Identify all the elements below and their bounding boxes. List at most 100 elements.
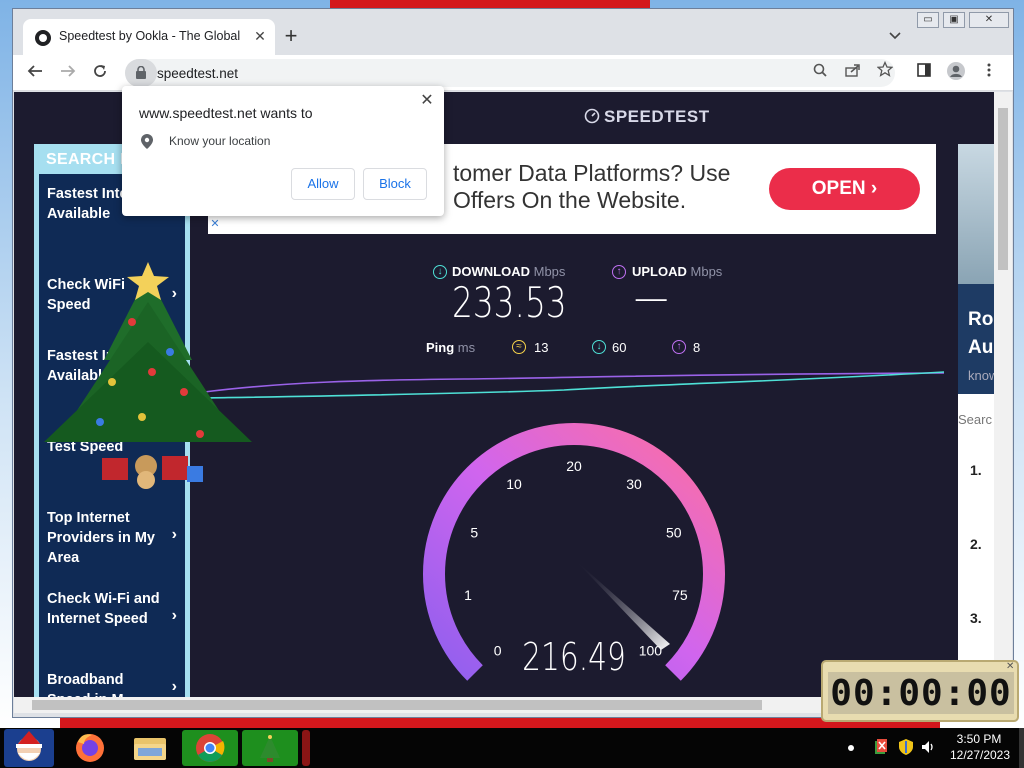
maximize-button[interactable]: ▣: [943, 12, 965, 28]
bookmark-star-icon[interactable]: [873, 60, 897, 85]
security-shield-icon[interactable]: [898, 738, 914, 756]
ping-download-value: 60: [612, 340, 627, 355]
taskbar-time[interactable]: 3:50 PM: [944, 732, 1014, 746]
taskbar-tree-app[interactable]: [242, 730, 298, 766]
banner-line: tomer Data Platforms? Use: [453, 160, 731, 186]
gauge-current-value: 216.49: [522, 635, 626, 680]
volume-icon[interactable]: [920, 738, 936, 756]
ad-search-label: Searc: [958, 412, 992, 427]
close-window-button[interactable]: ✕: [969, 12, 1009, 28]
gauge-tick-label: 75: [672, 587, 688, 603]
widget-close-icon[interactable]: ✕: [1006, 661, 1014, 672]
tab-search-icon[interactable]: [885, 27, 905, 47]
speed-graph: [204, 371, 944, 399]
ad-link-label: Broadband Speed in M: [47, 672, 124, 697]
network-warning-icon[interactable]: [874, 738, 890, 756]
brand-text: SPEEDTEST: [604, 107, 710, 126]
gauge-tick-label: 30: [626, 476, 642, 492]
timer-display: 00:00:00: [828, 672, 1014, 714]
tab-close-icon[interactable]: ✕: [251, 27, 269, 45]
close-icon[interactable]: ✕: [418, 92, 436, 110]
ad-title-line: Ro: [968, 309, 994, 330]
allow-button[interactable]: Allow: [291, 168, 355, 200]
site-info-button[interactable]: [125, 59, 157, 87]
vertical-scrollbar[interactable]: [994, 92, 1012, 697]
download-arrow-icon: ↓: [433, 265, 447, 279]
ad-subtitle: know: [968, 368, 994, 383]
ad-header: SEARCH F: [46, 151, 131, 168]
address-bar[interactable]: speedtest.net: [125, 59, 895, 87]
share-icon[interactable]: [841, 61, 865, 85]
horizontal-scroll-thumb[interactable]: [32, 700, 762, 710]
ad-close-icon[interactable]: ✕: [208, 217, 222, 231]
taskbar-file-explorer[interactable]: [122, 730, 178, 766]
gauge-tick-label: 50: [666, 525, 682, 541]
ad-link[interactable]: Check Wi-Fi and Internet Speed: [47, 589, 167, 629]
ad-title: Ro Au: [968, 306, 993, 362]
banner-open-button[interactable]: OPEN ›: [769, 168, 920, 210]
profile-avatar-icon[interactable]: [944, 61, 968, 85]
right-advertisement[interactable]: Ro Au know Searc 1. 2. 3.: [958, 144, 994, 697]
url-text[interactable]: speedtest.net: [157, 66, 238, 81]
show-desktop-button[interactable]: [1019, 728, 1024, 768]
speedtest-favicon-icon: [35, 30, 51, 46]
taskbar: 3:50 PM 12/27/2023: [0, 728, 1024, 768]
taskbar-date[interactable]: 12/27/2023: [942, 748, 1018, 762]
block-button[interactable]: Block: [363, 168, 427, 200]
banner-line: Offers On the Website.: [453, 187, 687, 213]
reload-icon[interactable]: [88, 61, 112, 85]
gauge-tick-label: 5: [470, 525, 478, 541]
start-button[interactable]: [4, 729, 54, 767]
ping-idle-value: 13: [534, 340, 549, 355]
location-pin-icon: [141, 134, 153, 149]
ad-link-label: Top Internet Providers in My Area: [47, 510, 155, 566]
santa-start-icon: [16, 731, 42, 761]
speedtest-logo[interactable]: SPEEDTEST: [584, 107, 710, 127]
tab-title: Speedtest by Ookla - The Global: [59, 29, 241, 43]
tab-strip: Speedtest by Ookla - The Global ✕ + ▭ ▣ …: [13, 9, 1013, 55]
upload-value: —: [634, 272, 669, 323]
lock-icon: [136, 66, 146, 79]
taskbar-chrome[interactable]: [182, 730, 238, 766]
forward-icon[interactable]: [56, 61, 80, 85]
speed-gauge: 0151020305075100 216.49: [423, 423, 725, 681]
banner-text: tomer Data Platforms? Use Offers On the …: [453, 160, 730, 214]
ping-download-icon: ↓: [592, 340, 606, 354]
ping-upload-icon: ↑: [672, 340, 686, 354]
tray-indicator: [848, 745, 854, 751]
zoom-icon[interactable]: [808, 61, 832, 85]
ad-list-number: 1.: [970, 462, 982, 478]
taskbar-app-edge[interactable]: [302, 730, 310, 766]
firefox-icon: [76, 734, 104, 762]
menu-kebab-icon[interactable]: [977, 61, 1001, 85]
ad-link[interactable]: Broadband Speed in M: [47, 670, 167, 697]
chevron-right-icon: ›: [171, 526, 177, 543]
gauge-tick-label: 20: [566, 458, 582, 474]
ad-photo: [958, 144, 994, 284]
download-label: DOWNLOAD Mbps: [452, 264, 565, 279]
tree-app-icon: [260, 735, 280, 762]
folder-icon: [134, 738, 166, 760]
location-permission-dialog: www.speedtest.net wants to ✕ Know your l…: [122, 86, 444, 216]
chevron-right-icon: ›: [171, 607, 177, 624]
ping-label-text: Ping: [426, 340, 455, 355]
taskbar-firefox[interactable]: [62, 730, 118, 766]
download-unit: Mbps: [533, 264, 566, 279]
timer-value: 00:00:00: [830, 673, 1012, 714]
permission-description: Know your location: [169, 134, 271, 148]
download-graph-line: [204, 371, 944, 399]
back-icon[interactable]: [23, 61, 47, 85]
timer-widget[interactable]: ✕ 00:00:00: [821, 660, 1019, 722]
upload-arrow-icon: ↑: [612, 265, 626, 279]
ping-idle-icon: ≈: [512, 340, 526, 354]
vertical-scroll-thumb[interactable]: [998, 108, 1008, 270]
new-tab-button[interactable]: +: [279, 25, 303, 49]
ad-link[interactable]: Top Internet Providers in My Area: [47, 508, 167, 568]
upload-unit: Mbps: [690, 264, 723, 279]
tab-speedtest[interactable]: Speedtest by Ookla - The Global ✕: [23, 19, 275, 55]
download-value: 233.53: [452, 278, 567, 327]
minimize-button[interactable]: ▭: [917, 12, 939, 28]
permission-title: www.speedtest.net wants to: [139, 105, 313, 121]
ping-upload-value: 8: [693, 340, 701, 355]
side-panel-icon[interactable]: [912, 61, 936, 85]
